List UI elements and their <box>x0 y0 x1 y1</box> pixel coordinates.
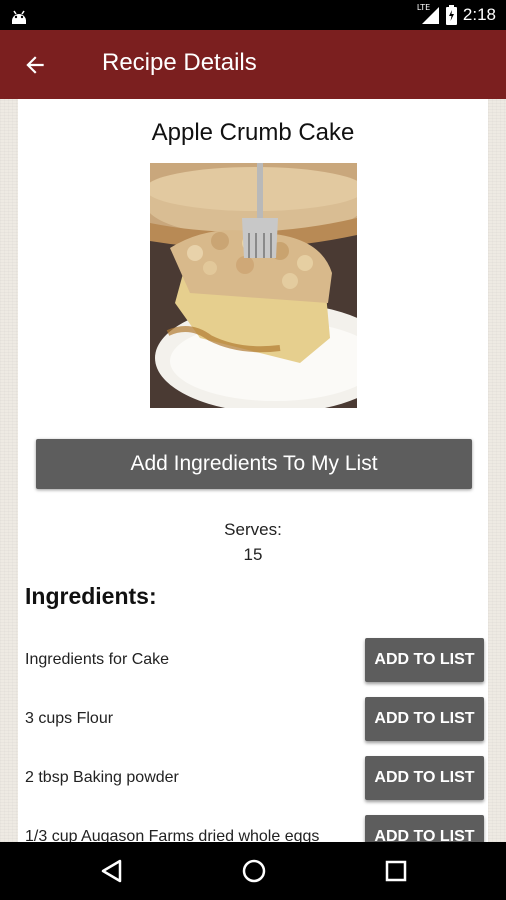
add-to-list-button[interactable]: ADD TO LIST <box>365 697 484 741</box>
ingredient-row: Ingredients for Cake ADD TO LIST <box>18 638 488 684</box>
status-time: 2:18 <box>462 5 496 24</box>
recipe-photo <box>150 163 357 408</box>
ingredient-row: 1/3 cup Augason Farms dried whole eggs A… <box>18 815 488 842</box>
serves-value: 15 <box>243 545 263 564</box>
navigation-bar <box>0 842 506 900</box>
status-bar: LTE 2:18 <box>0 0 506 30</box>
back-triangle-icon[interactable] <box>98 857 126 885</box>
add-to-list-button[interactable]: ADD TO LIST <box>365 815 484 842</box>
ingredient-name: 3 cups Flour <box>25 710 114 727</box>
arrow-back-icon[interactable] <box>22 52 48 78</box>
serves-label: Serves: <box>224 520 282 539</box>
content-area[interactable]: Apple Crumb Cake Add Ingredients To My L… <box>0 99 506 842</box>
app-bar: Recipe Details <box>0 30 506 99</box>
recents-square-icon[interactable] <box>382 857 410 885</box>
ingredient-name: Ingredients for Cake <box>25 651 170 668</box>
battery-icon <box>445 5 457 25</box>
ingredient-row: 3 cups Flour ADD TO LIST <box>18 697 488 743</box>
add-to-list-button[interactable]: ADD TO LIST <box>365 756 484 800</box>
add-ingredients-button[interactable]: Add Ingredients To My List <box>36 439 472 489</box>
ingredient-name: 1/3 cup Augason Farms dried whole eggs <box>25 828 320 842</box>
recipe-card: Apple Crumb Cake Add Ingredients To My L… <box>18 99 488 842</box>
signal-icon: LTE <box>417 3 440 25</box>
android-notification-icon <box>12 10 26 24</box>
page-title: Recipe Details <box>102 49 257 76</box>
recipe-title: Apple Crumb Cake <box>151 119 355 146</box>
ingredients-heading: Ingredients: <box>25 583 157 609</box>
home-circle-icon[interactable] <box>240 857 268 885</box>
ingredient-row: 2 tbsp Baking powder ADD TO LIST <box>18 756 488 802</box>
ingredient-name: 2 tbsp Baking powder <box>25 769 179 786</box>
add-to-list-button[interactable]: ADD TO LIST <box>365 638 484 682</box>
